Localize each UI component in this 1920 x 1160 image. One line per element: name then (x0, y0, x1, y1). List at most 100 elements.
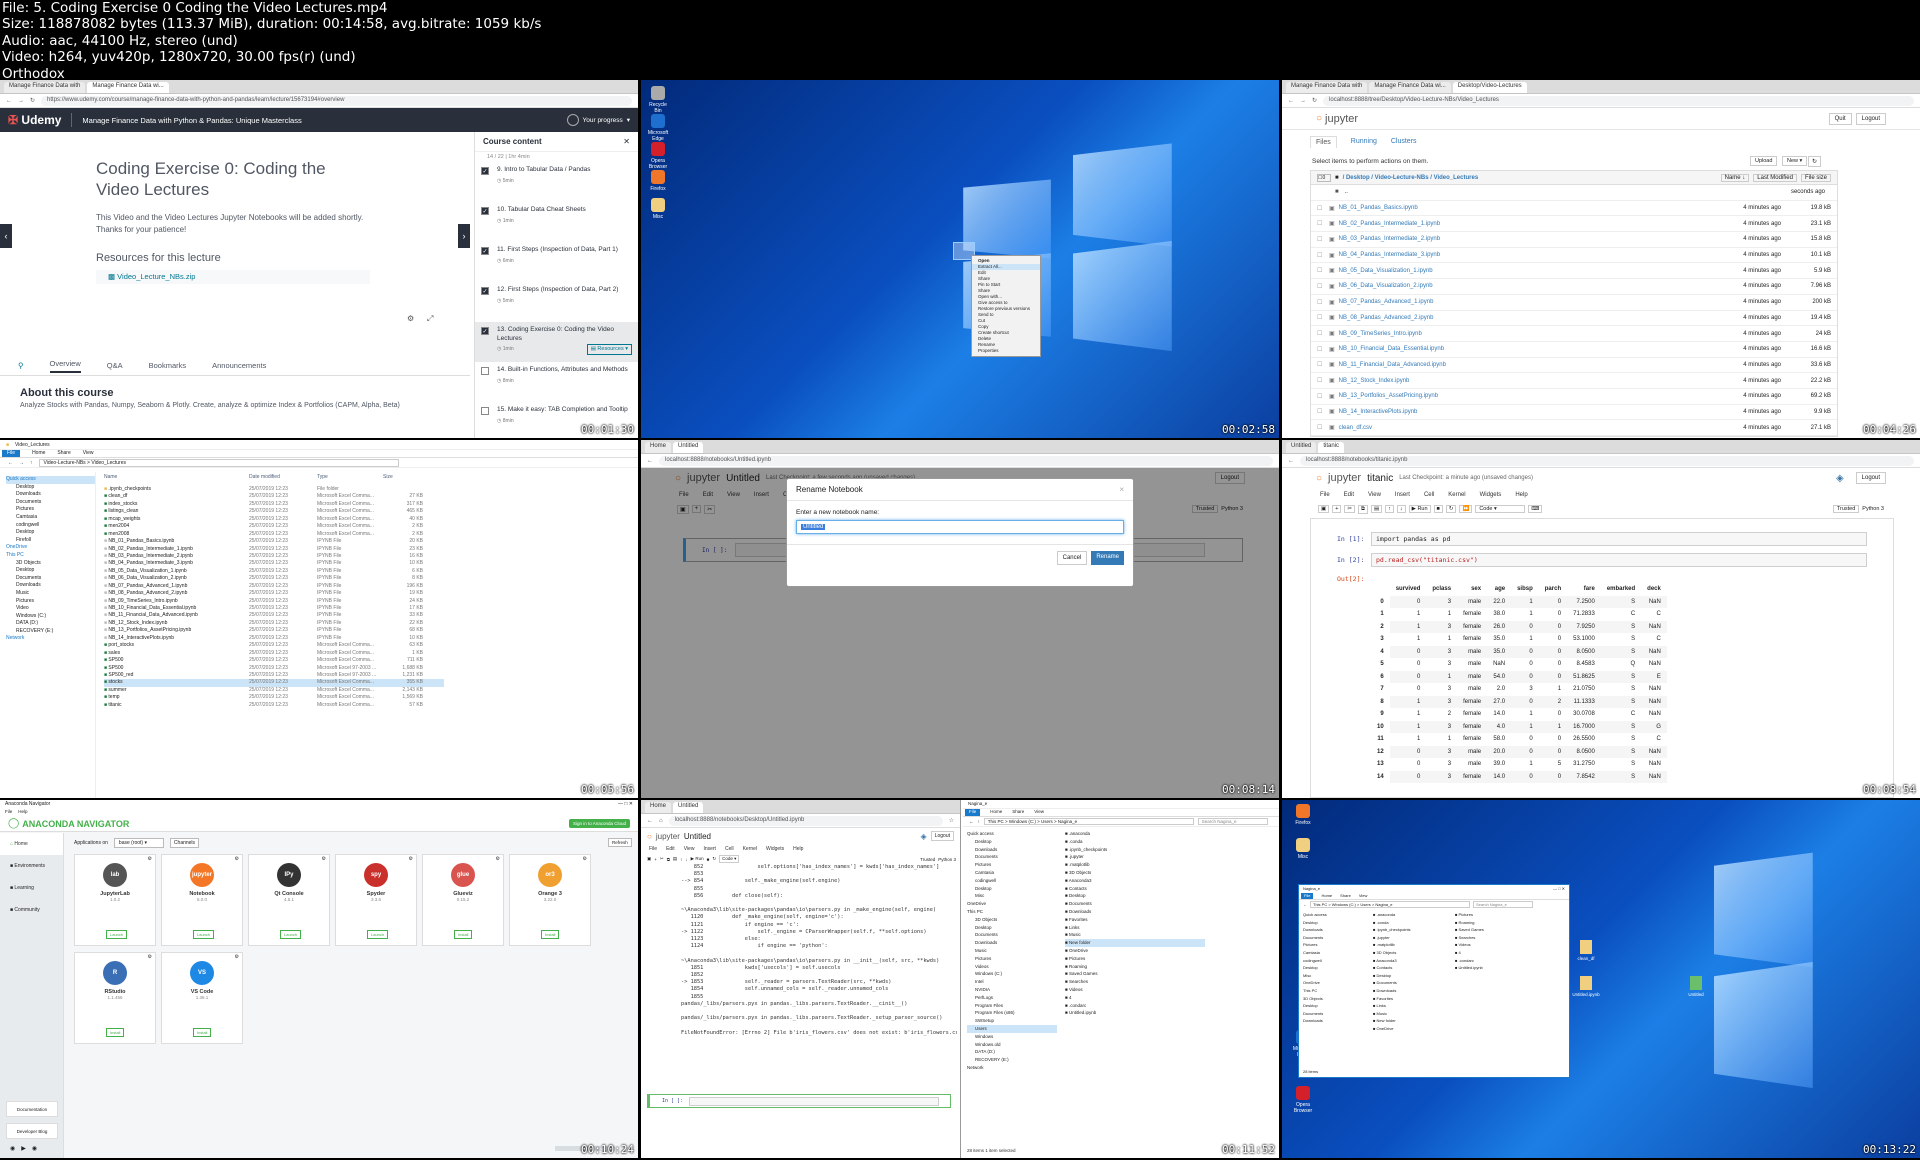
file-row[interactable]: ■ Favorites (1065, 916, 1205, 924)
row-checkbox[interactable]: ☐ (1317, 299, 1329, 306)
file-row[interactable]: ■ Anaconda3 (1065, 877, 1205, 885)
file-row[interactable]: ■ Documents (1065, 900, 1205, 908)
nav-item[interactable]: Pictures (967, 861, 1057, 869)
app-action-button[interactable]: Install (454, 930, 473, 939)
file-row[interactable]: ■ Untitled.ipynb (1065, 1009, 1205, 1017)
file-name[interactable]: NB_09_TimeSeries_Intro.ipynb (1339, 331, 1701, 337)
file-row[interactable]: ☐ ▣ NB_03_Pandas_Intermediate_2.ipynb 4 min… (1311, 232, 1837, 248)
row-checkbox[interactable]: ☐ (1317, 408, 1329, 415)
file-row[interactable]: ☐ ▣ NB_13_Portfolios_AssetPricing.ipynb 4 m… (1311, 389, 1837, 405)
nav-item[interactable]: Desktop (6, 567, 95, 575)
file-name[interactable]: clean_df.csv (1339, 425, 1701, 431)
url-field[interactable]: localhost:8888/notebooks/Untitled.ipynb (659, 455, 1273, 466)
file-row[interactable]: ■ Contacts (1373, 964, 1453, 972)
lecture-checkbox[interactable] (481, 407, 489, 415)
file-row[interactable]: ■ Roaming (1065, 963, 1205, 971)
file-row[interactable]: ■ SP500_red 25/07/2019 12:23 Microsoft Exc… (104, 672, 444, 679)
code-cell[interactable]: In [1]: import pandas as pd (1311, 531, 1893, 547)
row-checkbox[interactable]: ☐ (1317, 252, 1329, 259)
paste-icon[interactable]: ▤ (673, 856, 677, 862)
desktop-file-icon[interactable]: Untitled (1682, 976, 1710, 997)
file-row[interactable]: ■ .matplotlib (1373, 941, 1453, 949)
ribbon-home[interactable]: Home (1321, 893, 1332, 899)
file-row[interactable]: ■ NB_09_TimeSeries_Intro.ipynb 25/07/2019… (104, 598, 444, 605)
file-name[interactable]: NB_07_Pandas_Advanced_1.ipynb (1339, 299, 1701, 305)
desktop-icon[interactable]: Firefox (1292, 804, 1314, 826)
paste-icon[interactable]: ▤ (1370, 505, 1383, 513)
file-row[interactable]: ■ NB_14_InteractivePlots.ipynb 25/07/2019… (104, 635, 444, 642)
browser-tab[interactable]: titanic (1318, 442, 1345, 453)
nav-item[interactable]: Downloads (6, 582, 95, 590)
app-action-button[interactable]: Install (106, 1028, 125, 1037)
cell-type-select[interactable]: Code ▾ (1475, 505, 1526, 513)
ribbon-file[interactable]: File (965, 809, 981, 816)
file-row[interactable]: ■ Contacts (1065, 885, 1205, 893)
browser-tab[interactable]: Untitled (1286, 442, 1317, 453)
back-icon[interactable]: ← (647, 818, 653, 824)
file-name[interactable]: NB_12_Stock_Index.ipynb (1339, 378, 1701, 384)
nav-item[interactable]: Downloads (967, 939, 1057, 947)
browser-tab[interactable]: Untitled (673, 802, 704, 813)
url-field[interactable]: localhost:8888/notebooks/titanic.ipynb (1300, 455, 1914, 466)
restart-icon[interactable]: ↻ (1445, 505, 1457, 513)
menu-item[interactable]: Cell (1424, 492, 1434, 498)
close-icon[interactable]: × (1119, 485, 1124, 494)
tab-announcements[interactable]: Announcements (212, 361, 266, 370)
nav-item[interactable]: Documents (1303, 1010, 1367, 1018)
row-checkbox[interactable]: ☐ (1317, 361, 1329, 368)
app-action-button[interactable]: Install (193, 1028, 212, 1037)
nav-item[interactable]: Documents (967, 853, 1057, 861)
menu-item[interactable]: View (684, 846, 695, 852)
lecture-item[interactable]: ✓ 11. First Steps (Inspection of Data, Pa… (475, 242, 638, 282)
file-row[interactable]: ■ mcap_weights 25/07/2019 12:23 Microsoft … (104, 516, 444, 523)
logout-button[interactable]: Logout (1855, 472, 1886, 484)
lecture-checkbox[interactable]: ✓ (481, 247, 489, 255)
add-cell-icon[interactable]: + (654, 857, 657, 862)
menu-help[interactable]: Help (18, 809, 27, 816)
file-row[interactable]: ■ Links (1373, 1002, 1453, 1010)
copy-icon[interactable]: ⧉ (1358, 504, 1368, 514)
file-row[interactable]: ■ Saved Games (1455, 926, 1535, 934)
row-checkbox[interactable]: ☐ (1317, 236, 1329, 243)
select-all-checkbox[interactable]: ☐0 (1317, 173, 1331, 182)
url-field[interactable]: localhost:8888/notebooks/Desktop/Untitle… (668, 815, 943, 826)
desktop-icon[interactable]: Misc (1292, 838, 1314, 860)
nav-item[interactable]: OneDrive (6, 544, 95, 552)
fast-forward-icon[interactable]: ⏩ (1459, 505, 1473, 513)
file-row[interactable]: ■ SP500 25/07/2019 12:23 Microsoft Excel 9… (104, 665, 444, 672)
desktop-icon[interactable]: Opera Browser (1292, 1086, 1314, 1114)
context-menu-item[interactable]: Properties (972, 348, 1040, 354)
desktop-file-icon[interactable]: clean_df (1572, 940, 1600, 961)
file-row[interactable]: ☐ ▣ NB_02_Pandas_Intermediate_1.ipynb 4 min… (1311, 216, 1837, 233)
file-name[interactable]: NB_02_Pandas_Intermediate_1.ipynb (1339, 221, 1701, 227)
file-name[interactable]: NB_06_Data_Visualization_2.ipynb (1339, 283, 1701, 289)
nav-item[interactable]: Documents (1303, 934, 1367, 942)
restart-icon[interactable]: ↻ (712, 856, 716, 862)
back-icon[interactable]: ← (6, 98, 12, 104)
cell-type-select[interactable]: Code ▾ (719, 855, 740, 863)
forward-icon[interactable]: → (18, 98, 24, 104)
up-icon[interactable]: ↑ (978, 819, 980, 824)
refresh-button[interactable]: Refresh (608, 838, 632, 847)
logout-button[interactable]: Logout (1855, 112, 1886, 125)
lecture-checkbox[interactable]: ✓ (481, 167, 489, 175)
back-icon[interactable]: ← (969, 819, 974, 824)
move-up-icon[interactable]: ↑ (680, 857, 682, 862)
file-name[interactable]: NB_10_Financial_Data_Essential.ipynb (1339, 346, 1701, 352)
ribbon-share[interactable]: Share (1012, 809, 1024, 816)
file-row[interactable]: ■ NB_07_Pandas_Advanced_1.ipynb 25/07/201… (104, 583, 444, 590)
file-row[interactable]: ■ .anaconda (1065, 830, 1205, 838)
save-icon[interactable]: ▣ (647, 856, 651, 862)
tab-files[interactable]: Files (1310, 136, 1337, 148)
nav-item[interactable]: Misc (1303, 972, 1367, 980)
nav-item[interactable]: Quick access (1303, 911, 1367, 919)
forward-icon[interactable]: → (1300, 98, 1306, 104)
file-row[interactable]: ■ New folder (1373, 1017, 1453, 1025)
menu-item[interactable]: Insert (703, 846, 716, 852)
app-action-button[interactable]: Install (541, 930, 560, 939)
nav-item[interactable]: RECOVERY (E:) (6, 628, 95, 636)
browser-tab[interactable]: Home (645, 802, 672, 813)
run-button[interactable]: ▶ Run (1408, 505, 1431, 513)
developer-blog-link[interactable]: Developer Blog (6, 1123, 58, 1139)
up-icon[interactable]: ↑ (30, 460, 33, 466)
